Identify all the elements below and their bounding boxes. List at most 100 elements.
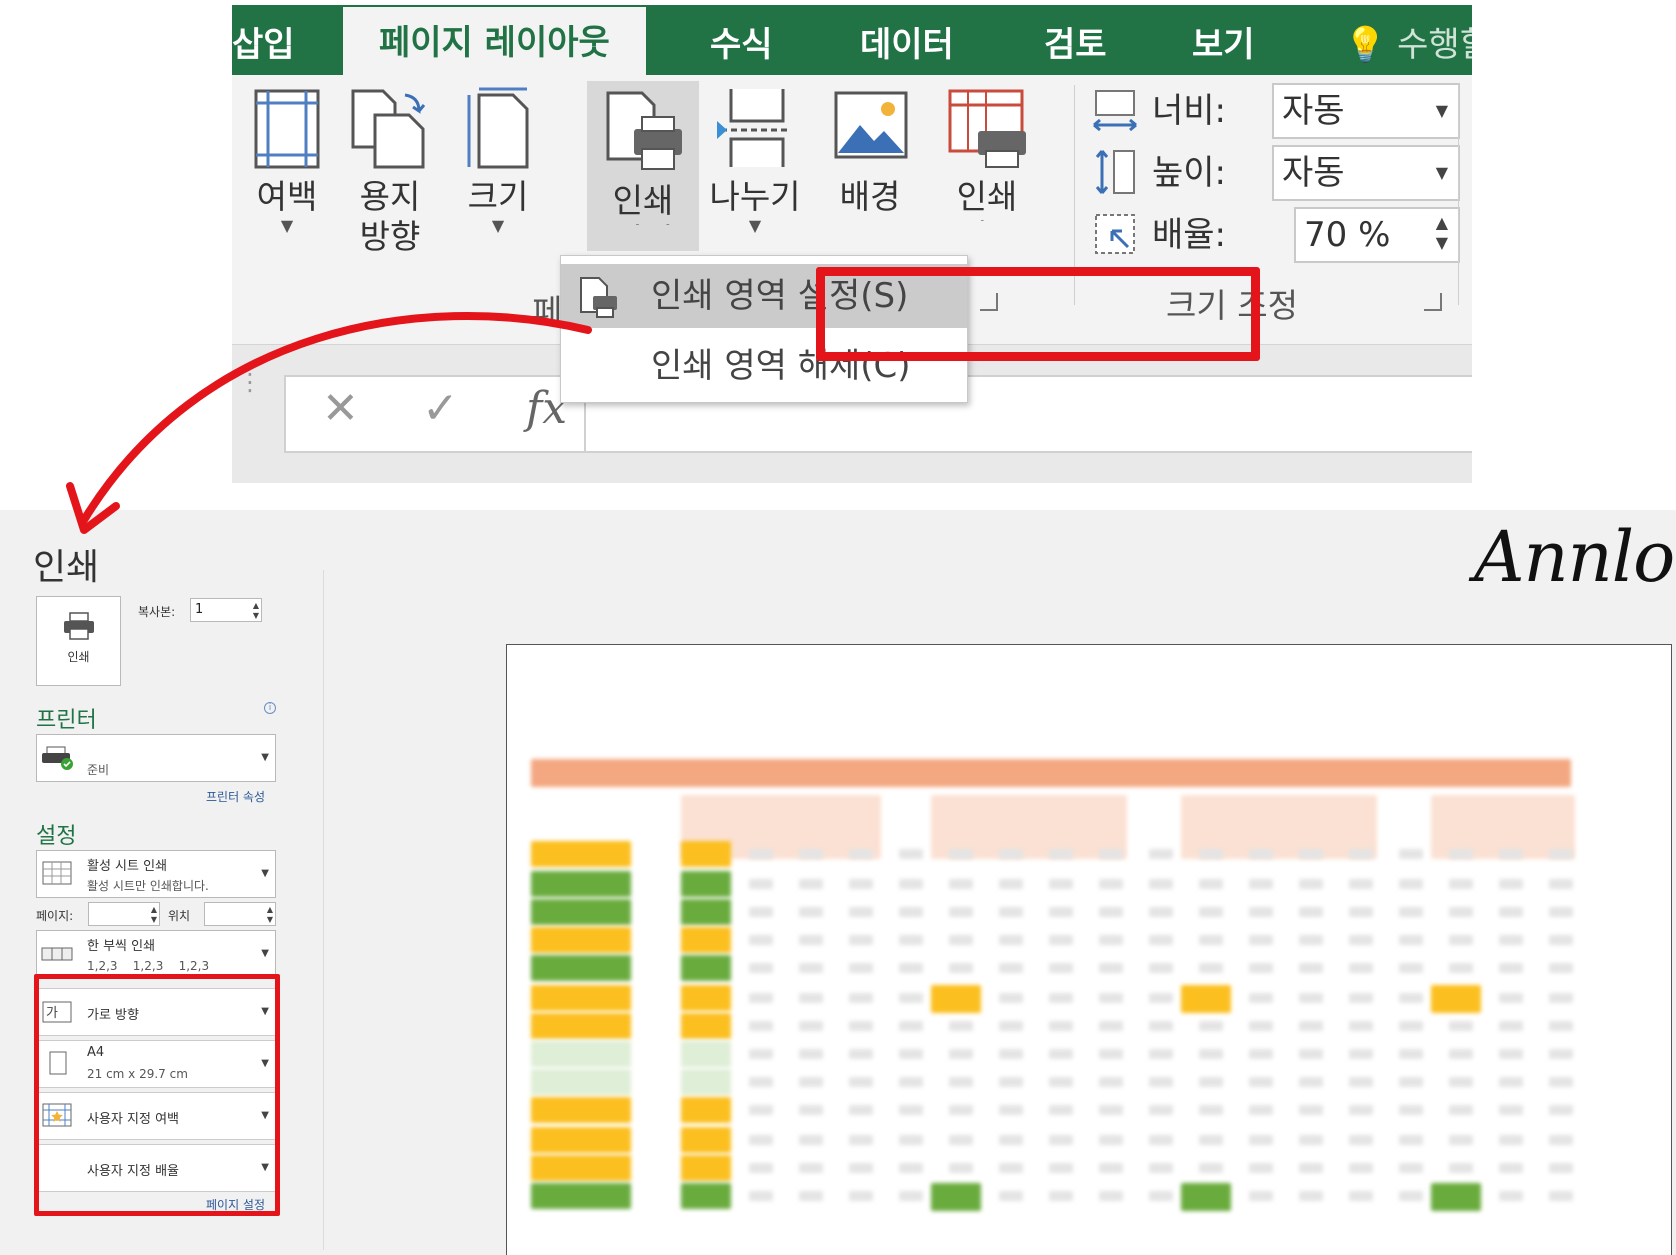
sheet-cell-block (681, 1155, 731, 1181)
pages-to-input[interactable]: ▲ ▼ (204, 902, 276, 926)
sheet-cell-value (849, 879, 873, 889)
tab-view[interactable]: 보기 (1192, 15, 1255, 75)
sheet-cell-block (531, 985, 631, 1011)
print-area-label: 인쇄 영역 (612, 181, 674, 225)
sheet-cell-value (949, 849, 973, 859)
size-button[interactable]: 크기 ▼ (458, 85, 538, 235)
margins-button[interactable]: 여백 ▼ (244, 85, 330, 235)
spinner-arrows-icon[interactable]: ▲ ▼ (1436, 213, 1448, 253)
screenshot-root: 삽입 페이지 레이아웃 수식 데이터 검토 보기 💡 수행할 여백 (0, 0, 1676, 1255)
orientation-label: 용지 방향 (359, 177, 421, 256)
printer-properties-link[interactable]: 프린터 속성 (206, 788, 265, 805)
sheet-cell-block (531, 1041, 631, 1067)
sheet-cell-value (849, 1135, 873, 1145)
sheet-cell-value (1549, 1135, 1573, 1145)
sheet-cell-value (1349, 1049, 1373, 1059)
sheet-cell-value (1549, 963, 1573, 973)
print-what-select[interactable]: 활성 시트 인쇄 활성 시트만 인쇄합니다. ▼ (36, 850, 276, 898)
sheet-cell-value (1349, 963, 1373, 973)
scale-value: 70 % (1304, 215, 1391, 255)
size-icon (467, 87, 529, 169)
check-icon[interactable]: ✓ (422, 383, 459, 434)
width-select[interactable]: 자동 ▼ (1272, 83, 1460, 139)
printer-select[interactable]: 준비 ▼ (36, 734, 276, 782)
sheet-cell-value (1049, 1049, 1073, 1059)
excel-ribbon-screenshot: 삽입 페이지 레이아웃 수식 데이터 검토 보기 💡 수행할 여백 (232, 5, 1472, 483)
sheet-cell-highlight (1431, 1183, 1481, 1211)
print-preview-page[interactable] (506, 644, 1672, 1255)
height-select[interactable]: 자동 ▼ (1272, 145, 1460, 201)
sheet-cell-value (1399, 1049, 1423, 1059)
tab-review[interactable]: 검토 (1044, 15, 1107, 75)
background-button[interactable]: 배경 (822, 85, 918, 217)
sheet-cell-value (1449, 1163, 1473, 1173)
sheet-cell-value (1549, 1077, 1573, 1087)
orientation-button[interactable]: 용지 방향 (340, 85, 440, 257)
spin-up-icon[interactable]: ▲ (267, 906, 273, 914)
sheet-cell-value (1349, 993, 1373, 1003)
sheet-cell-value (1499, 1021, 1523, 1031)
sheet-cell-value (849, 907, 873, 917)
sheet-cell-value (1499, 1049, 1523, 1059)
pages-from-input[interactable]: ▲ ▼ (88, 902, 160, 926)
spin-down-icon[interactable]: ▼ (253, 612, 259, 620)
sheet-cell-value (1099, 1021, 1123, 1031)
sheet-cell-value (1399, 879, 1423, 889)
sheet-cell-value (1299, 1135, 1323, 1145)
sheet-cell-value (1099, 849, 1123, 859)
sheet-cell-value (1099, 1135, 1123, 1145)
sheet-cell-value (999, 1191, 1023, 1201)
printer-icon (63, 612, 94, 640)
print-button[interactable]: 인쇄 (36, 596, 121, 686)
sheet-cell-value (1399, 935, 1423, 945)
sheet-cell-value (1249, 879, 1273, 889)
spin-up-icon[interactable]: ▲ (151, 906, 157, 914)
sheet-cell-value (749, 849, 773, 859)
sheet-cell-value (1349, 935, 1373, 945)
info-icon[interactable]: i (264, 702, 276, 714)
sheet-cell-block (531, 841, 631, 867)
tab-data[interactable]: 데이터 (860, 15, 954, 75)
scale-launcher-icon[interactable] (1424, 293, 1442, 311)
chevron-down-icon: ▼ (261, 868, 269, 879)
tab-page-layout[interactable]: 페이지 레이아웃 (343, 7, 646, 77)
spin-up-icon[interactable]: ▲ (253, 602, 259, 610)
sheet-cell-value (999, 963, 1023, 973)
sheet-cell-value (999, 849, 1023, 859)
sheet-cell-value (1049, 993, 1073, 1003)
sheet-cell-value (799, 907, 823, 917)
sheet-cell-value (1149, 879, 1173, 889)
breaks-button[interactable]: 나누기 ▼ (706, 85, 804, 235)
sheet-cell-value (749, 1105, 773, 1115)
print-what-title: 활성 시트 인쇄 (87, 859, 168, 874)
cancel-icon[interactable]: ✕ (322, 383, 359, 434)
sheet-cell-value (799, 1163, 823, 1173)
print-titles-button[interactable]: 인쇄 제목 (932, 85, 1042, 221)
tab-formulas[interactable]: 수식 (710, 15, 773, 75)
sheet-cell-value (1449, 1021, 1473, 1031)
copies-input[interactable]: 1 ▲ ▼ (190, 598, 262, 622)
spin-down-icon[interactable]: ▼ (151, 916, 157, 924)
sheet-cell-value (1399, 1191, 1423, 1201)
sheet-cell-value (1299, 1021, 1323, 1031)
sheet-cell-value (949, 1105, 973, 1115)
sheet-cell-value (949, 1135, 973, 1145)
tab-insert[interactable]: 삽입 (232, 15, 295, 75)
blurred-spreadsheet (531, 759, 1641, 1255)
sheet-cell-value (749, 1049, 773, 1059)
sheet-cell-value (1049, 1077, 1073, 1087)
collate-select[interactable]: 한 부씩 인쇄 1,2,3 1,2,3 1,2,3 ▼ (36, 930, 276, 978)
print-titles-icon (948, 89, 1026, 168)
drag-handle-icon[interactable]: ⋮ (238, 370, 262, 394)
tab-tell-me[interactable]: 💡 수행할 (1344, 15, 1472, 75)
sheet-cell-value (1499, 963, 1523, 973)
spin-down-icon[interactable]: ▼ (267, 916, 273, 924)
print-area-button[interactable]: 인쇄 영역 (587, 81, 699, 251)
sheet-cell-value (1399, 963, 1423, 973)
sheet-cell-value (849, 1191, 873, 1201)
sheet-cell-value (1149, 907, 1173, 917)
print-button-label: 인쇄 (67, 650, 90, 664)
sheet-cell-value (899, 1049, 923, 1059)
scale-spinner[interactable]: 70 % ▲ ▼ (1294, 207, 1460, 263)
sheet-cell-value (899, 993, 923, 1003)
